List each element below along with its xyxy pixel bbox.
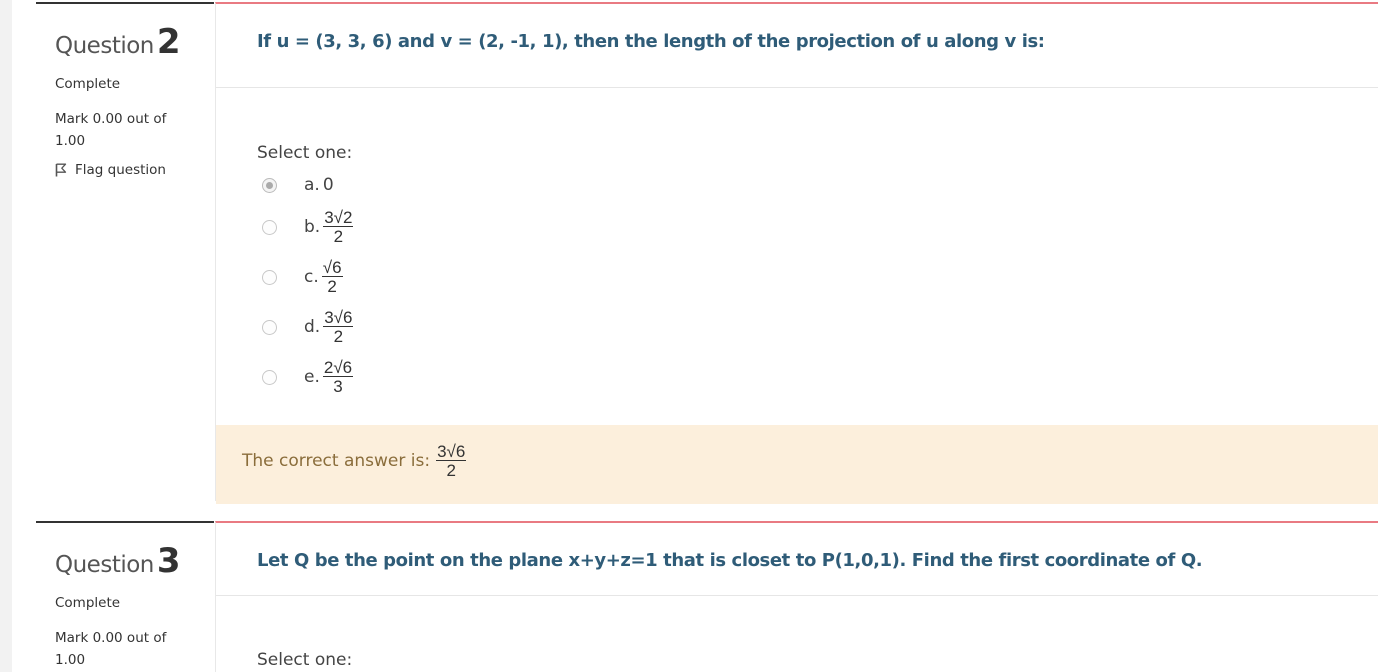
question-label: Question [55, 552, 154, 578]
fraction-numerator: 3√6 [436, 442, 467, 461]
question-info-panel: Question2 Complete Mark 0.00 out of 1.00… [36, 2, 214, 501]
question-state: Complete [55, 76, 121, 92]
answer-radio-a[interactable] [262, 177, 277, 193]
fraction: 2√6 3 [322, 358, 354, 396]
feedback-panel: The correct answer is: 3√6 2 [216, 425, 1378, 504]
answer-label-b[interactable]: b. 3√2 2 [304, 208, 354, 246]
question-grade: Mark 0.00 out of 1.00 [55, 630, 167, 668]
fraction-denominator: 2 [446, 461, 456, 480]
question-title: Question2 [55, 22, 181, 62]
question-divider [216, 87, 1378, 88]
answer-radio-c[interactable] [262, 269, 277, 285]
flag-icon [55, 163, 67, 177]
answer-radio-d[interactable] [262, 319, 277, 335]
option-value: 0 [322, 175, 334, 195]
answer-option-e[interactable]: e. 2√6 3 [262, 357, 354, 397]
question-info-panel: Question3 Complete Mark 0.00 out of 1.00 [36, 521, 214, 672]
answer-label-e[interactable]: e. 2√6 3 [304, 358, 354, 396]
answer-label-a[interactable]: a. 0 [304, 175, 334, 195]
answer-radio-b[interactable] [262, 219, 277, 235]
question-text: Let Q be the point on the plane x+y+z=1 … [257, 550, 1203, 571]
fraction-denominator: 2 [327, 277, 337, 296]
answer-radio-e[interactable] [262, 369, 277, 385]
fraction-denominator: 3 [333, 377, 343, 396]
fraction: √6 2 [321, 258, 343, 296]
fraction-numerator: 3√2 [323, 208, 354, 227]
question-block-3: Question3 Complete Mark 0.00 out of 1.00… [36, 521, 1378, 672]
answer-label-d[interactable]: d. 3√6 2 [304, 308, 354, 346]
question-content: If u = (3, 3, 6) and v = (2, -1, 1), the… [215, 2, 1378, 504]
fraction-numerator: √6 [321, 258, 343, 277]
answer-label-c[interactable]: c. √6 2 [304, 259, 343, 295]
page-left-margin [0, 0, 12, 672]
option-letter: c. [304, 267, 319, 287]
answer-option-a[interactable]: a. 0 [262, 165, 334, 205]
flag-question-label: Flag question [75, 162, 166, 178]
option-letter: e. [304, 367, 320, 387]
question-state: Complete [55, 595, 121, 611]
option-letter: b. [304, 217, 321, 237]
correct-answer-feedback: The correct answer is: 3√6 2 [242, 442, 467, 480]
fraction-numerator: 2√6 [322, 358, 354, 377]
option-letter: d. [304, 317, 321, 337]
select-one-prompt: Select one: [257, 650, 353, 670]
select-one-prompt: Select one: [257, 143, 353, 163]
question-content: Let Q be the point on the plane x+y+z=1 … [215, 521, 1378, 672]
question-grade: Mark 0.00 out of 1.00 [55, 111, 167, 149]
answer-option-d[interactable]: d. 3√6 2 [262, 307, 354, 347]
fraction: 3√6 2 [323, 308, 354, 346]
flag-question-link[interactable]: Flag question [55, 162, 166, 178]
question-title: Question3 [55, 541, 181, 581]
fraction-denominator: 2 [333, 327, 344, 346]
question-text: If u = (3, 3, 6) and v = (2, -1, 1), the… [257, 31, 1045, 52]
fraction-numerator: 3√6 [323, 308, 354, 327]
option-letter: a. [304, 175, 320, 195]
question-number: 2 [156, 22, 181, 62]
fraction: 3√6 2 [436, 442, 467, 480]
fraction-denominator: 2 [333, 227, 344, 246]
fraction: 3√2 2 [323, 208, 354, 246]
question-number: 3 [156, 541, 181, 581]
answer-option-c[interactable]: c. √6 2 [262, 257, 343, 297]
question-block-2: Question2 Complete Mark 0.00 out of 1.00… [36, 2, 1378, 504]
answer-option-b[interactable]: b. 3√2 2 [262, 207, 354, 247]
question-divider [216, 595, 1378, 596]
question-label: Question [55, 33, 154, 59]
correct-answer-label: The correct answer is: [242, 451, 431, 471]
